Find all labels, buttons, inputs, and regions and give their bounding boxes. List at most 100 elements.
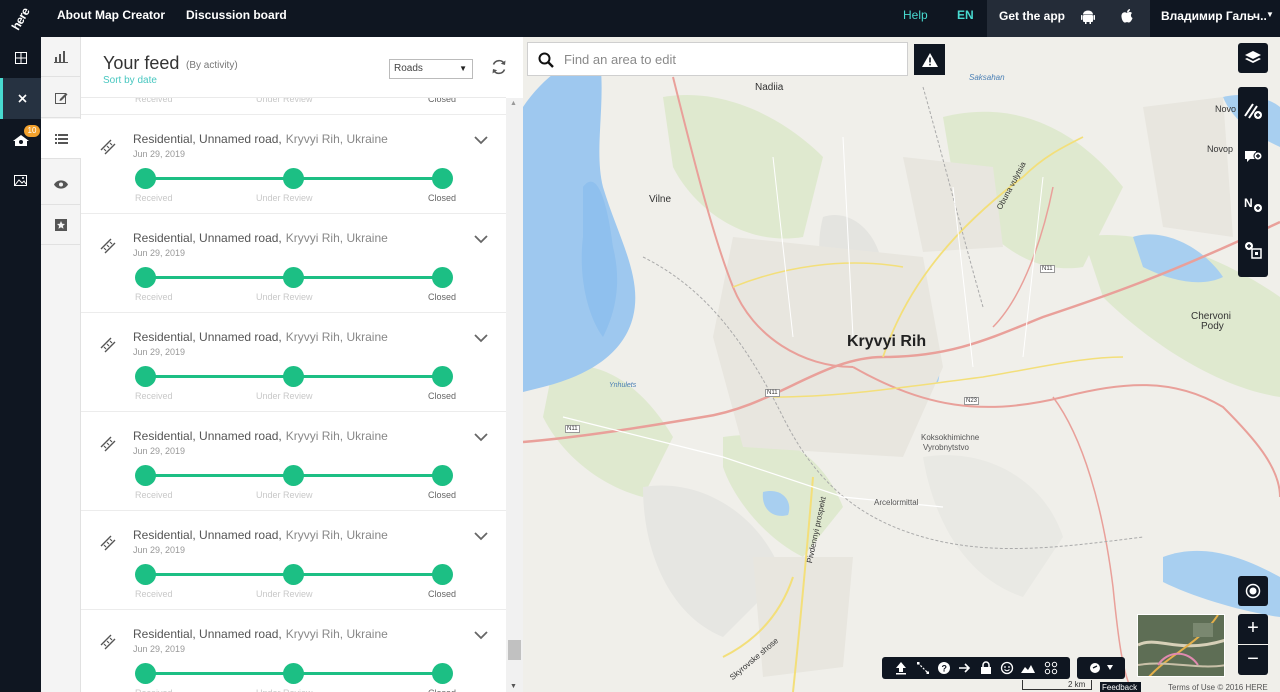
step-closed-label: Closed [428,688,456,692]
rail-grid-button[interactable] [0,37,41,78]
feed-card[interactable]: Residential, Unnamed road, Kryvyi Rih, Uk… [81,313,506,412]
photo-icon [14,175,27,186]
nav-about-map-creator[interactable]: About Map Creator [57,0,165,37]
feed-card-location: Kryvyi Rih, Ukraine [285,231,388,245]
rail2-list-button[interactable] [41,119,81,159]
user-menu-caret-icon[interactable]: ▼ [1266,10,1274,19]
feed-scrollbar[interactable]: ▲ ▼ [506,98,523,692]
chevron-down-icon[interactable] [474,135,488,145]
rail2-star-button[interactable] [41,205,81,245]
chevron-down-icon[interactable] [474,432,488,442]
add-place-button[interactable]: N [1238,181,1268,227]
here-logo[interactable]: here [0,0,41,37]
locate-me-button[interactable] [1238,576,1268,606]
step-under-review-label: Under Review [256,193,313,203]
get-app-label[interactable]: Get the app [999,0,1065,32]
help-icon[interactable]: ? [937,661,951,675]
step-under-review-label: Under Review [256,490,313,500]
status-dot-under-review [283,465,304,486]
view-mode-button[interactable] [1077,657,1125,679]
feed-filter-select[interactable]: Roads ▼ [389,59,473,79]
add-tools-strip: N [1238,87,1268,277]
terrain-icon[interactable] [1021,661,1035,675]
add-road-button[interactable] [1238,87,1268,133]
scroll-thumb[interactable] [508,640,521,660]
feed-card-title: Residential, Unnamed road, Kryvyi Rih, Uk… [133,528,388,542]
add-road-icon [1244,103,1262,119]
add-address-button[interactable] [1238,227,1268,273]
rail2-edit-button[interactable] [41,78,81,118]
step-under-review-label: Under Review [256,391,313,401]
scroll-up-icon[interactable]: ▲ [510,100,517,107]
feed-card-location: Kryvyi Rih, Ukraine [285,132,388,146]
feed-card-location: Kryvyi Rih, Ukraine [285,627,388,641]
step-closed-label: Closed [428,292,457,302]
nav-discussion-board[interactable]: Discussion board [186,0,287,37]
map-label-n11c: N11 [1040,265,1055,273]
rail-photo-button[interactable] [0,160,41,201]
road-icon [100,634,116,650]
arrow-right-icon[interactable] [958,661,972,675]
zoom-in-button[interactable]: + [1238,614,1268,644]
map-label-ynhulets: Ynhulets [609,382,637,389]
apps-icon[interactable] [1044,661,1058,675]
measure-icon[interactable] [916,661,930,675]
feed-card[interactable]: Residential, Unnamed road, Kryvyi Rih, Uk… [81,610,506,692]
map-label-novo: Novo [1215,104,1237,114]
map-label-vilne: Vilne [649,194,672,205]
zoom-out-button[interactable]: − [1238,645,1268,675]
apple-icon[interactable] [1120,8,1134,24]
android-icon[interactable] [1081,10,1095,24]
layers-button[interactable] [1238,43,1268,73]
map-label-nadiia: Nadiia [755,82,784,93]
feed-card-date: Jun 29, 2019 [133,446,186,456]
feed-card[interactable]: Residential, Unnamed road, Kryvyi Rih, Uk… [81,412,506,511]
feed-card[interactable]: Residential, Unnamed road, Kryvyi Rih, Uk… [81,214,506,313]
chevron-down-icon[interactable] [474,234,488,244]
bottom-toolbar: ? [882,657,1070,679]
status-dot-closed [432,366,453,387]
rail2-eye-button[interactable] [41,165,81,205]
chevron-down-icon[interactable] [474,630,488,640]
smiley-icon[interactable] [1000,661,1014,675]
lock-icon[interactable] [979,661,993,675]
satellite-minimap[interactable] [1137,614,1225,677]
feed-card[interactable]: Residential, Unnamed road, Kryvyi Rih, Uk… [81,115,506,214]
map-label-novop: Novop [1207,144,1234,154]
map-search-input[interactable] [564,44,894,74]
step-under-review-label: Under Review [256,292,313,302]
map-label-n11b: N11 [565,425,580,433]
search-icon[interactable] [538,52,554,68]
add-comment-button[interactable] [1238,135,1268,181]
sort-by-date-link[interactable]: Sort by date [103,75,157,86]
terms-of-use-link[interactable]: Terms of Use © 2016 HERE [1168,683,1268,692]
map-view[interactable]: Nadiia Vilne Saksahan Kryvyi Rih Chervon… [523,37,1280,692]
report-issue-button[interactable] [914,44,945,75]
status-dot-closed [432,465,453,486]
rail-close-button[interactable] [0,78,41,119]
nav-help[interactable]: Help [903,0,928,37]
refresh-icon[interactable] [490,58,508,76]
map-label-n23: N23 [964,397,980,405]
grid-icon [14,51,27,64]
status-dot-received [135,465,156,486]
feedback-button[interactable]: Feedback [1100,682,1142,692]
scroll-down-icon[interactable]: ▼ [510,683,517,690]
get-app-section: Get the app [987,0,1150,37]
feed-card[interactable]: Residential, Unnamed road, Kryvyi Rih, Uk… [81,511,506,610]
user-menu[interactable]: Владимир Гальч... [1161,0,1266,32]
app-root: here About Map Creator Discussion board … [0,0,1280,692]
upload-icon[interactable] [894,661,908,675]
main-rail: 10 [0,37,41,692]
map-label-pody: Pody [1201,321,1224,332]
rail2-stats-button[interactable] [41,37,81,77]
add-address-icon [1245,242,1262,259]
chevron-down-icon[interactable] [474,531,488,541]
map-label-n11a: N11 [765,389,780,397]
layers-icon [1245,51,1261,63]
language-selector[interactable]: EN [957,0,974,37]
warning-icon [921,52,938,67]
step-closed-label: Closed [428,391,457,401]
chevron-down-icon[interactable] [474,333,488,343]
road-icon [100,238,116,254]
